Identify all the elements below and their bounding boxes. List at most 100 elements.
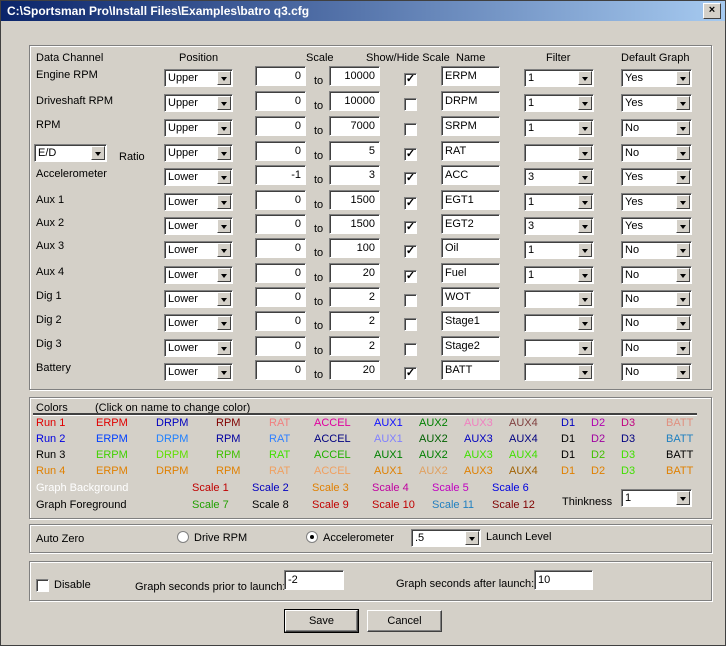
scale-min-input[interactable]: -1 xyxy=(255,165,306,185)
scale-max-input[interactable]: 1500 xyxy=(329,214,380,234)
channel-name-input[interactable]: EGT2 xyxy=(441,214,500,234)
scale-max-input[interactable]: 10000 xyxy=(329,66,380,86)
color-swatch-label[interactable]: BATT xyxy=(666,417,693,429)
scale-max-input[interactable]: 7000 xyxy=(329,116,380,136)
color-swatch-label[interactable]: AUX2 xyxy=(419,433,448,445)
color-swatch-label[interactable]: D3 xyxy=(621,465,635,477)
show-hide-checkbox[interactable]: ✓ xyxy=(404,73,417,86)
chevron-down-icon[interactable] xyxy=(676,292,690,306)
chevron-down-icon[interactable] xyxy=(676,365,690,379)
run-label[interactable]: Run 1 xyxy=(36,417,65,429)
default-graph-select[interactable]: No xyxy=(621,266,692,284)
chevron-down-icon[interactable] xyxy=(578,121,592,135)
color-swatch-label[interactable]: D1 xyxy=(561,465,575,477)
color-swatch-label[interactable]: AUX4 xyxy=(509,449,538,461)
color-swatch-label[interactable]: RAT xyxy=(269,465,290,477)
show-hide-checkbox[interactable] xyxy=(404,123,417,136)
chevron-down-icon[interactable] xyxy=(578,268,592,282)
thinkness-select[interactable]: 1 xyxy=(621,489,692,507)
color-swatch-label[interactable]: D2 xyxy=(591,465,605,477)
default-graph-select[interactable]: Yes xyxy=(621,69,692,87)
chevron-down-icon[interactable] xyxy=(676,96,690,110)
position-select[interactable]: Lower xyxy=(164,168,233,186)
scale-color-label[interactable]: Scale 7 xyxy=(192,499,229,511)
color-swatch-label[interactable]: AUX2 xyxy=(419,465,448,477)
color-swatch-label[interactable]: RAT xyxy=(269,417,290,429)
color-swatch-label[interactable]: DRPM xyxy=(156,433,188,445)
scale-min-input[interactable]: 0 xyxy=(255,66,306,86)
color-swatch-label[interactable]: AUX3 xyxy=(464,433,493,445)
color-swatch-label[interactable]: D1 xyxy=(561,417,575,429)
color-swatch-label[interactable]: BATT xyxy=(666,433,693,445)
color-swatch-label[interactable]: ACCEL xyxy=(314,465,351,477)
position-select[interactable]: Upper xyxy=(164,94,233,112)
after-seconds-input[interactable]: 10 xyxy=(534,570,593,590)
default-graph-select[interactable]: No xyxy=(621,339,692,357)
filter-select[interactable] xyxy=(524,144,594,162)
color-swatch-label[interactable]: AUX3 xyxy=(464,465,493,477)
close-icon[interactable]: × xyxy=(703,3,721,19)
scale-max-input[interactable]: 3 xyxy=(329,165,380,185)
filter-select[interactable] xyxy=(524,363,594,381)
show-hide-checkbox[interactable]: ✓ xyxy=(404,270,417,283)
chevron-down-icon[interactable] xyxy=(217,71,231,85)
color-swatch-label[interactable]: ACCEL xyxy=(314,417,351,429)
color-swatch-label[interactable]: DRPM xyxy=(156,465,188,477)
default-graph-select[interactable]: No xyxy=(621,314,692,332)
run-label[interactable]: Run 2 xyxy=(36,433,65,445)
default-graph-select[interactable]: No xyxy=(621,241,692,259)
scale-min-input[interactable]: 0 xyxy=(255,238,306,258)
chevron-down-icon[interactable] xyxy=(676,195,690,209)
scale-min-input[interactable]: 0 xyxy=(255,116,306,136)
scale-min-input[interactable]: 0 xyxy=(255,263,306,283)
scale-max-input[interactable]: 1500 xyxy=(329,190,380,210)
chevron-down-icon[interactable] xyxy=(578,316,592,330)
show-hide-checkbox[interactable] xyxy=(404,98,417,111)
filter-select[interactable]: 1 xyxy=(524,94,594,112)
scale-min-input[interactable]: 0 xyxy=(255,91,306,111)
chevron-down-icon[interactable] xyxy=(676,341,690,355)
scale-max-input[interactable]: 2 xyxy=(329,336,380,356)
scale-color-label[interactable]: Scale 12 xyxy=(492,499,535,511)
scale-min-input[interactable]: 0 xyxy=(255,141,306,161)
chevron-down-icon[interactable] xyxy=(217,170,231,184)
color-swatch-label[interactable]: AUX1 xyxy=(374,465,403,477)
chevron-down-icon[interactable] xyxy=(578,341,592,355)
graph-foreground-button[interactable]: Graph Foreground xyxy=(36,499,127,511)
color-swatch-label[interactable]: D3 xyxy=(621,449,635,461)
color-swatch-label[interactable]: ACCEL xyxy=(314,433,351,445)
accelerometer-radio[interactable] xyxy=(306,531,318,543)
scale-color-label[interactable]: Scale 10 xyxy=(372,499,415,511)
color-swatch-label[interactable]: D3 xyxy=(621,433,635,445)
default-graph-select[interactable]: No xyxy=(621,144,692,162)
filter-select[interactable]: 1 xyxy=(524,119,594,137)
color-swatch-label[interactable]: RPM xyxy=(216,433,240,445)
color-swatch-label[interactable]: D2 xyxy=(591,417,605,429)
channel-name-input[interactable]: Fuel xyxy=(441,263,500,283)
scale-min-input[interactable]: 0 xyxy=(255,287,306,307)
chevron-down-icon[interactable] xyxy=(217,96,231,110)
color-swatch-label[interactable]: DRPM xyxy=(156,417,188,429)
color-swatch-label[interactable]: AUX3 xyxy=(464,449,493,461)
color-swatch-label[interactable]: AUX3 xyxy=(464,417,493,429)
chevron-down-icon[interactable] xyxy=(217,146,231,160)
disable-checkbox[interactable] xyxy=(36,579,49,592)
scale-color-label[interactable]: Scale 1 xyxy=(192,482,229,494)
position-select[interactable]: Upper xyxy=(164,69,233,87)
color-swatch-label[interactable]: RPM xyxy=(216,465,240,477)
position-select[interactable]: Lower xyxy=(164,363,233,381)
chevron-down-icon[interactable] xyxy=(578,365,592,379)
chevron-down-icon[interactable] xyxy=(217,243,231,257)
chevron-down-icon[interactable] xyxy=(91,146,105,160)
scale-color-label[interactable]: Scale 4 xyxy=(372,482,409,494)
chevron-down-icon[interactable] xyxy=(217,341,231,355)
chevron-down-icon[interactable] xyxy=(676,316,690,330)
chevron-down-icon[interactable] xyxy=(217,268,231,282)
channel-name-input[interactable]: BATT xyxy=(441,360,500,380)
position-select[interactable]: Lower xyxy=(164,241,233,259)
show-hide-checkbox[interactable] xyxy=(404,343,417,356)
scale-min-input[interactable]: 0 xyxy=(255,336,306,356)
color-swatch-label[interactable]: RPM xyxy=(216,417,240,429)
default-graph-select[interactable]: Yes xyxy=(621,193,692,211)
color-swatch-label[interactable]: AUX2 xyxy=(419,449,448,461)
